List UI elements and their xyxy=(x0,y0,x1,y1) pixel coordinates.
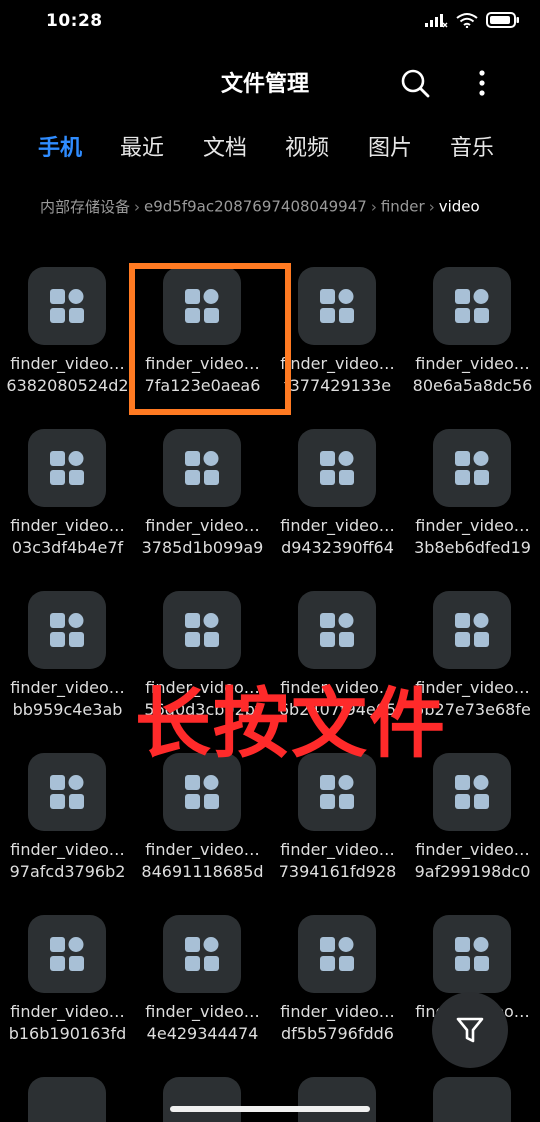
file-name-suffix: 80e6a5a8dc56 xyxy=(412,376,533,395)
breadcrumb-current: video xyxy=(438,197,480,216)
file-name-suffix: 84691118685d xyxy=(141,862,264,881)
home-indicator[interactable] xyxy=(170,1106,370,1112)
app-bar: 文件管理 xyxy=(0,52,540,112)
file-name-suffix: bb959c4e3ab xyxy=(12,700,123,719)
app-grid-icon xyxy=(28,429,106,507)
tab-documents[interactable]: 文档 xyxy=(203,130,247,162)
tab-recent[interactable]: 最近 xyxy=(120,130,164,162)
file-name-suffix: 7394161fd928 xyxy=(278,862,397,881)
file-name: finder_video… xyxy=(145,1002,260,1021)
app-grid-icon xyxy=(433,267,511,345)
file-item[interactable]: finder_video… 9af299198dc0 xyxy=(405,748,540,908)
app-grid-icon xyxy=(163,591,241,669)
file-name: finder_video… xyxy=(145,516,260,535)
battery-icon xyxy=(486,12,519,28)
chevron-right-icon: › xyxy=(134,197,141,216)
file-name: finder_video… xyxy=(10,354,125,373)
tab-images[interactable]: 图片 xyxy=(368,130,412,162)
file-name-suffix: 03c3df4b4e7f xyxy=(11,538,124,557)
file-name-suffix: d9432390ff64 xyxy=(281,538,394,557)
highlight-box xyxy=(129,263,291,415)
app-grid-icon xyxy=(433,915,511,993)
signal-icon xyxy=(425,14,448,28)
file-item[interactable]: finder_video… df5b5796fdd6 xyxy=(270,910,405,1070)
file-item[interactable] xyxy=(135,1072,270,1122)
tab-music[interactable]: 音乐 xyxy=(450,130,494,162)
app-grid-icon xyxy=(163,915,241,993)
file-item[interactable]: finder_video… 80e6a5a8dc56 xyxy=(405,262,540,422)
file-name: finder_video… xyxy=(280,840,395,859)
file-item[interactable]: finder_video… 97afcd3796b2 xyxy=(0,748,135,908)
file-item[interactable]: finder_video… 3b8eb6dfed19 xyxy=(405,424,540,584)
more-options-button[interactable] xyxy=(466,66,498,102)
file-name: finder_video… xyxy=(415,354,530,373)
status-time: 10:28 xyxy=(46,11,103,31)
annotation-text: 长按文件 xyxy=(135,679,447,768)
file-item[interactable] xyxy=(270,1072,405,1122)
app-grid-icon xyxy=(298,915,376,993)
chevron-right-icon: › xyxy=(370,197,377,216)
chevron-right-icon: › xyxy=(428,197,435,216)
file-item[interactable]: finder_video… 6382080524d2 xyxy=(0,262,135,422)
app-grid-icon xyxy=(298,429,376,507)
file-item[interactable]: finder_video… d9432390ff64 xyxy=(270,424,405,584)
breadcrumb-item[interactable]: 内部存储设备 xyxy=(40,198,130,216)
app-grid-icon xyxy=(163,429,241,507)
more-vertical-icon xyxy=(479,70,485,96)
file-item[interactable] xyxy=(405,1072,540,1122)
app-grid-icon xyxy=(433,429,511,507)
app-grid-icon xyxy=(28,915,106,993)
category-tabs: 手机 最近 文档 视频 图片 音乐 xyxy=(0,126,540,166)
tab-videos[interactable]: 视频 xyxy=(285,130,329,162)
file-name: finder_video… xyxy=(415,516,530,535)
file-name: finder_video… xyxy=(145,840,260,859)
page-title: 文件管理 xyxy=(220,72,309,97)
app-grid-icon xyxy=(28,267,106,345)
app-grid-icon xyxy=(298,267,376,345)
app-grid-icon xyxy=(28,1077,106,1122)
file-item[interactable]: finder_video… 03c3df4b4e7f xyxy=(0,424,135,584)
wifi-icon xyxy=(456,13,478,28)
status-icons xyxy=(424,12,520,28)
app-grid-icon xyxy=(433,591,511,669)
file-name: finder_video… xyxy=(10,678,125,697)
file-name-suffix: 97afcd3796b2 xyxy=(9,862,126,881)
filter-icon xyxy=(456,1017,484,1043)
breadcrumb-item[interactable]: finder xyxy=(381,198,425,216)
search-button[interactable] xyxy=(398,66,434,102)
app-grid-icon xyxy=(298,1077,376,1122)
file-name: finder_video… xyxy=(280,516,395,535)
file-name-suffix: 6382080524d2 xyxy=(6,376,129,395)
file-item[interactable]: finder_video… b16b190163fd xyxy=(0,910,135,1070)
file-name-suffix: b16b190163fd xyxy=(8,1024,127,1043)
tab-phone[interactable]: 手机 xyxy=(38,130,82,162)
file-name-suffix: df5b5796fdd6 xyxy=(281,1024,394,1043)
file-name: finder_video… xyxy=(415,840,530,859)
app-grid-icon xyxy=(163,1077,241,1122)
file-item[interactable]: finder_video… 4e429344474 xyxy=(135,910,270,1070)
file-item[interactable]: finder_video… 3785d1b099a9 xyxy=(135,424,270,584)
file-name-suffix: 4e429344474 xyxy=(146,1024,259,1043)
file-name: finder_video… xyxy=(280,1002,395,1021)
status-bar: 10:28 xyxy=(0,0,540,44)
breadcrumb: 内部存储设备 › e9d5f9ac2087697408049947 › finder › v… xyxy=(40,196,520,218)
app-grid-icon xyxy=(298,591,376,669)
file-name-suffix: 9af299198dc0 xyxy=(414,862,531,881)
file-name: finder_video… xyxy=(10,1002,125,1021)
search-icon xyxy=(401,69,430,98)
file-name: finder_video… xyxy=(10,516,125,535)
file-item[interactable]: finder_video… bb959c4e3ab xyxy=(0,586,135,746)
file-name-suffix: 3785d1b099a9 xyxy=(141,538,264,557)
breadcrumb-item[interactable]: e9d5f9ac2087697408049947 xyxy=(144,198,367,216)
file-item[interactable]: finder_video… 84691118685d xyxy=(135,748,270,908)
filter-button[interactable] xyxy=(432,992,508,1068)
file-item[interactable]: finder_video… 7394161fd928 xyxy=(270,748,405,908)
file-name-suffix: 3b8eb6dfed19 xyxy=(414,538,531,557)
file-name: finder_video… xyxy=(10,840,125,859)
app-grid-icon xyxy=(28,591,106,669)
file-item[interactable] xyxy=(0,1072,135,1122)
app-grid-icon xyxy=(433,1077,511,1122)
app-grid-icon xyxy=(28,753,106,831)
